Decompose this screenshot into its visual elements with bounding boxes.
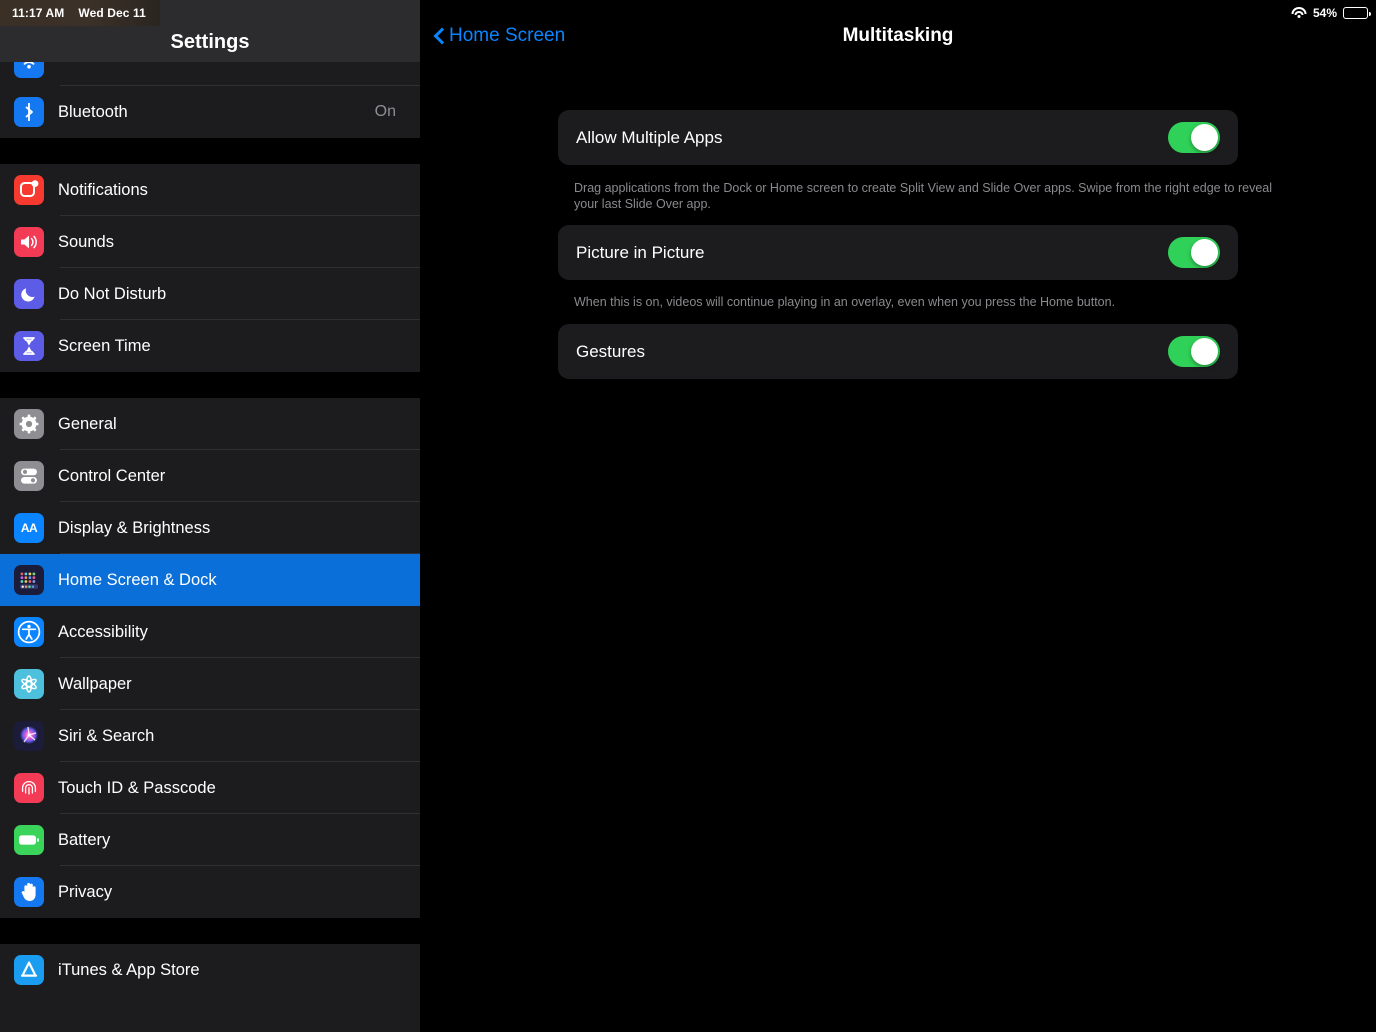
- footnote-picture-in-picture: When this is on, videos will continue pl…: [574, 294, 1274, 310]
- sidebar-item-accessibility[interactable]: Accessibility: [0, 606, 420, 658]
- touch-id-icon: [14, 773, 44, 803]
- sounds-icon: [14, 227, 44, 257]
- sidebar-item-label: Notifications: [58, 181, 420, 200]
- sidebar-item-label: Home Screen & Dock: [58, 571, 420, 590]
- sidebar-group: Notifications Sounds Do Not Disturb Screen …: [0, 164, 420, 372]
- sidebar-item-control-center[interactable]: Control Center: [0, 450, 420, 502]
- sidebar-header: Settings: [0, 0, 420, 62]
- page-title: Settings: [171, 31, 250, 54]
- sidebar-item-general[interactable]: General: [0, 398, 420, 450]
- wallpaper-icon: [14, 669, 44, 699]
- home-screen-dock-icon: [14, 565, 44, 595]
- detail-pane: Home Screen Multitasking Allow Multiple …: [420, 0, 1376, 1032]
- sidebar-item-privacy[interactable]: Privacy: [0, 866, 420, 918]
- siri-search-icon: [14, 721, 44, 751]
- sidebar-group: Wi-Fi BluetoothOn: [0, 62, 420, 138]
- sidebar-item-home-screen-dock[interactable]: Home Screen & Dock: [0, 554, 420, 606]
- sidebar-item-battery[interactable]: Battery: [0, 814, 420, 866]
- privacy-hand-icon: [14, 877, 44, 907]
- sidebar-item-label: Bluetooth: [58, 103, 375, 122]
- sidebar-item-sounds[interactable]: Sounds: [0, 216, 420, 268]
- gestures-toggle[interactable]: [1168, 336, 1220, 367]
- picture-in-picture-toggle[interactable]: [1168, 237, 1220, 268]
- notifications-icon: [14, 175, 44, 205]
- ipad-settings-screen: Settings Wi-Fi BluetoothOn Notifications So…: [0, 0, 1376, 1032]
- sidebar-group-gap: [0, 138, 420, 164]
- chevron-left-icon: [434, 27, 445, 45]
- sidebar-item-display-brightness[interactable]: AA Display & Brightness: [0, 502, 420, 554]
- sidebar-item-wi-fi[interactable]: Wi-Fi: [0, 62, 420, 86]
- sidebar-item-do-not-disturb[interactable]: Do Not Disturb: [0, 268, 420, 320]
- row-separator: [60, 137, 420, 138]
- sidebar-item-label: Siri & Search: [58, 727, 420, 746]
- sidebar-item-label: Privacy: [58, 883, 420, 902]
- row-gestures[interactable]: Gestures: [558, 324, 1238, 379]
- sidebar-group: iTunes & App Store: [0, 944, 420, 996]
- sidebar-list[interactable]: Wi-Fi BluetoothOn Notifications Sounds Do No…: [0, 62, 420, 996]
- row-label-allow-multiple-apps: Allow Multiple Apps: [576, 128, 1168, 148]
- wifi-settings-icon: [14, 62, 44, 78]
- sidebar-item-label: Accessibility: [58, 623, 420, 642]
- sidebar-item-label: Wi-Fi: [58, 62, 420, 67]
- sidebar-item-wallpaper[interactable]: Wallpaper: [0, 658, 420, 710]
- sidebar-item-label: Wallpaper: [58, 675, 420, 694]
- footnote-allow-multiple-apps: Drag applications from the Dock or Home …: [574, 180, 1274, 212]
- toggle-knob: [1191, 338, 1218, 365]
- row-separator: [60, 917, 420, 918]
- back-button-home-screen[interactable]: Home Screen: [434, 25, 565, 47]
- do-not-disturb-icon: [14, 279, 44, 309]
- row-separator: [60, 995, 420, 996]
- sidebar-item-label: Screen Time: [58, 337, 420, 356]
- detail-navbar: Home Screen Multitasking: [420, 0, 1376, 72]
- sidebar-item-label: Touch ID & Passcode: [58, 779, 420, 798]
- allow-multiple-apps-toggle[interactable]: [1168, 122, 1220, 153]
- sidebar-item-label: Do Not Disturb: [58, 285, 420, 304]
- back-button-label: Home Screen: [449, 25, 565, 47]
- display-brightness-icon: AA: [14, 513, 44, 543]
- sidebar-group-gap: [0, 372, 420, 398]
- sidebar-item-itunes-app-store[interactable]: iTunes & App Store: [0, 944, 420, 996]
- row-label-gestures: Gestures: [576, 342, 1168, 362]
- app-store-icon: [14, 955, 44, 985]
- sidebar-item-value: On: [375, 103, 396, 121]
- sidebar-item-label: Sounds: [58, 233, 420, 252]
- sidebar-item-label: General: [58, 415, 420, 434]
- toggle-knob: [1191, 239, 1218, 266]
- sidebar-item-label: Battery: [58, 831, 420, 850]
- row-label-picture-in-picture: Picture in Picture: [576, 243, 1168, 263]
- accessibility-icon: [14, 617, 44, 647]
- settings-sidebar: Settings Wi-Fi BluetoothOn Notifications So…: [0, 0, 420, 1032]
- row-allow-multiple-apps[interactable]: Allow Multiple Apps: [558, 110, 1238, 165]
- screen-time-icon: [14, 331, 44, 361]
- sidebar-group-gap: [0, 918, 420, 944]
- row-picture-in-picture[interactable]: Picture in Picture: [558, 225, 1238, 280]
- general-gear-icon: [14, 409, 44, 439]
- control-center-icon: [14, 461, 44, 491]
- toggle-knob: [1191, 124, 1218, 151]
- sidebar-item-label: iTunes & App Store: [58, 961, 420, 980]
- sidebar-item-label: Control Center: [58, 467, 420, 486]
- bluetooth-icon: [14, 97, 44, 127]
- sidebar-group: General Control Center AA Display & Brightn…: [0, 398, 420, 918]
- sidebar-item-touch-id-passcode[interactable]: Touch ID & Passcode: [0, 762, 420, 814]
- row-separator: [60, 371, 420, 372]
- sidebar-item-bluetooth[interactable]: BluetoothOn: [0, 86, 420, 138]
- sidebar-item-label: Display & Brightness: [58, 519, 420, 538]
- battery-settings-icon: [14, 825, 44, 855]
- sidebar-item-screen-time[interactable]: Screen Time: [0, 320, 420, 372]
- sidebar-item-siri-search[interactable]: Siri & Search: [0, 710, 420, 762]
- sidebar-item-notifications[interactable]: Notifications: [0, 164, 420, 216]
